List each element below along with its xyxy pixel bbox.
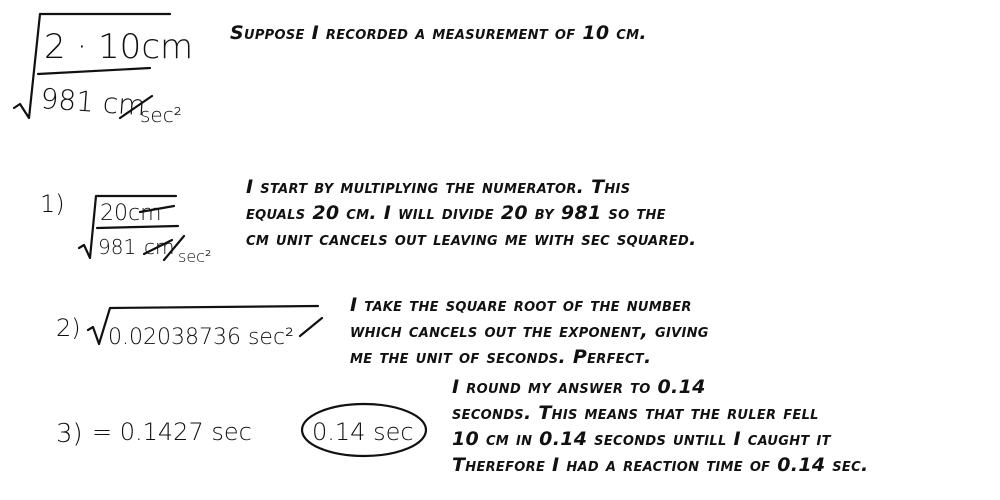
step-1-fraction-bar [95,224,180,230]
step-2-note: I take the square root of the number whi… [350,292,709,370]
step-3-note: I round my answer to 0.14 seconds. This … [452,374,868,478]
step-3-note-line: Therefore I had a reaction time of 0.14 … [452,454,869,476]
step-3-note-line: I round my answer to 0.14 [452,376,706,398]
step-3-expression: = 0.1427 sec [92,418,252,446]
step-3-note-line: seconds. This means that the ruler fell [452,402,819,424]
formula-denominator-value: 981 cm [40,82,147,122]
formula-denominator-unit: sec² [140,103,182,127]
step-1-denominator-value: 981 [98,235,136,259]
step-2-note-line: me the unit of seconds. Perfect. [350,346,652,368]
step-3-answer: 0.14 sec [312,418,414,446]
intro-line: Suppose I recorded a measurement of 10 c… [230,22,647,44]
step-3-note-line: 10 cm in 0.14 seconds untill I caught it [452,428,831,450]
formula-numerator: 2 · 10cm [44,27,193,67]
step-3-math: 3) = 0.1427 sec 0.14 sec [56,402,428,458]
step-2-expression: 0.02038736 sec² [108,325,294,350]
intro-note: Suppose I recorded a measurement of 10 c… [230,20,647,46]
handwritten-page: 2 · 10cm 981 cm sec² 1) 20cm 981 cm sec²… [0,0,1000,500]
step-1-note-line: cm unit cancels out leaving me with sec … [246,228,697,250]
step-1-math: 1) 20cm 981 cm sec² [40,190,211,266]
step-1-label: 1) [40,190,65,218]
step-2-cancel-exponent [298,316,324,338]
step-1-numerator: 20cm [100,201,162,226]
step-2-note-line: which cancels out the exponent, giving [350,320,709,342]
step-1-note: I start by multiplying the numerator. Th… [246,174,697,252]
step-1-note-line: I start by multiplying the numerator. Th… [246,176,631,198]
fraction-bar [36,66,152,76]
formula-top: 2 · 10cm 981 cm sec² [12,12,193,127]
step-1-note-line: equals 20 cm. I will divide 20 by 981 so… [246,202,666,224]
step-2-label: 2) [56,314,81,342]
step-3-label: 3) [56,419,83,449]
step-2-math: 2) 0.02038736 sec² [56,304,324,350]
step-2-note-line: I take the square root of the number [350,294,692,316]
step-1-denominator-unit: sec² [178,247,211,266]
